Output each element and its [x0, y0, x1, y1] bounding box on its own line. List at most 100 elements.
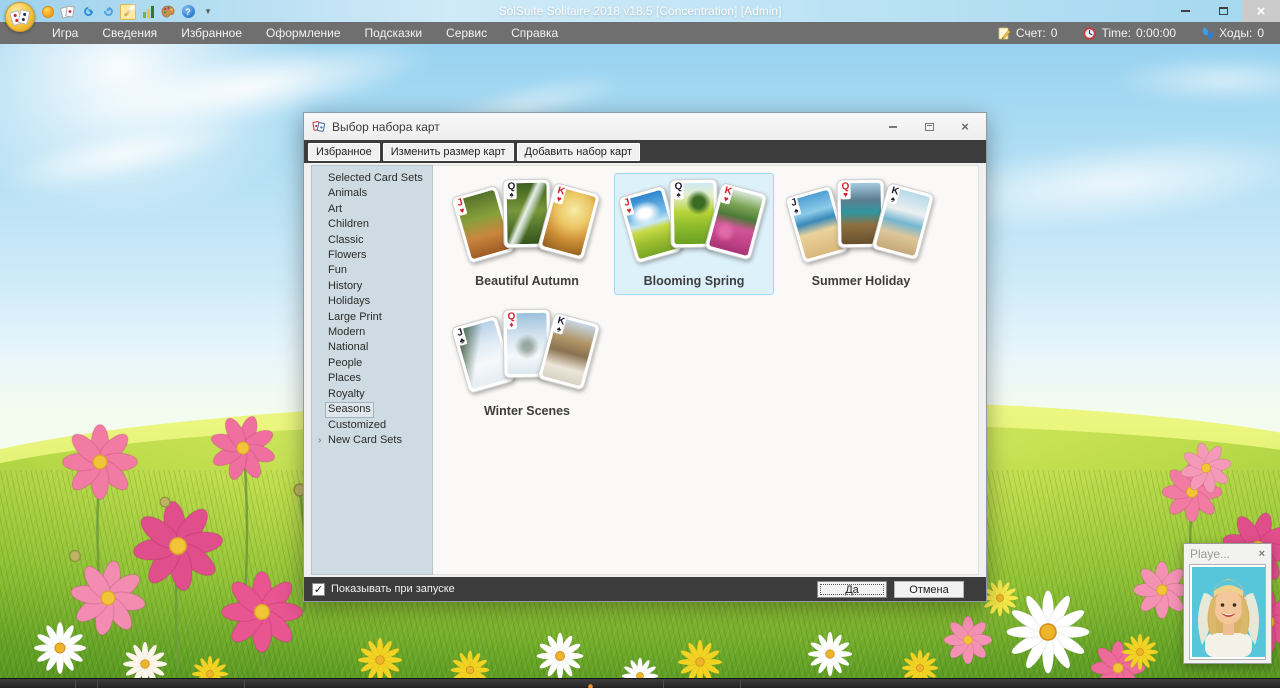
score-value: 0: [1051, 26, 1058, 40]
dialog-controls: ×: [886, 120, 978, 134]
category-large-print[interactable]: Large Print: [312, 310, 432, 325]
time-value: 0:00:00: [1136, 26, 1176, 40]
category-royalty[interactable]: Royalty: [312, 387, 432, 402]
taskbar-divider: [75, 680, 76, 688]
dialog-minimize-button[interactable]: [886, 120, 900, 134]
solsuite-window: SolSuite Solitaire 2018 v18.5 [Concentra…: [0, 0, 1280, 688]
dialog-close-button[interactable]: ×: [958, 120, 972, 134]
menu-bar: Игра Сведения Избранное Оформление Подск…: [0, 22, 1280, 44]
menu-help[interactable]: Справка: [499, 22, 570, 44]
category-art[interactable]: Art: [312, 202, 432, 217]
cloud: [1110, 55, 1280, 105]
category-flowers[interactable]: Flowers: [312, 248, 432, 263]
card-fan: J♠ Q♥ K♠: [782, 174, 940, 271]
resize-cards-button[interactable]: Изменить размер карт: [383, 143, 514, 161]
ok-button[interactable]: Да: [817, 581, 887, 598]
category-history[interactable]: History: [312, 279, 432, 294]
cancel-button[interactable]: Отмена: [894, 581, 964, 598]
status-bar: Счет: 0 Time: 0:00:00 Ходы: 0: [998, 26, 1280, 40]
show-at-startup-label[interactable]: Показывать при запуске: [331, 583, 455, 595]
player-avatar: [1189, 564, 1266, 660]
card-set-blooming-spring[interactable]: J♥ Q♠ K♥ Blooming Spring: [614, 173, 774, 295]
dialog-titlebar[interactable]: Выбор набора карт ×: [304, 113, 986, 140]
player-window: Playe... ×: [1183, 543, 1272, 664]
category-selected-card-sets[interactable]: Selected Card Sets: [312, 171, 432, 186]
category-seasons[interactable]: Seasons: [312, 402, 432, 417]
footer-buttons: Да Отмена: [817, 581, 978, 598]
category-classic[interactable]: Classic: [312, 233, 432, 248]
undo-icon[interactable]: [80, 4, 96, 20]
moves-status: Ходы: 0: [1202, 26, 1264, 40]
category-fun[interactable]: Fun: [312, 263, 432, 278]
more-commands-icon[interactable]: ▾: [200, 4, 216, 20]
menu-appearance[interactable]: Оформление: [254, 22, 352, 44]
category-modern[interactable]: Modern: [312, 325, 432, 340]
dialog-maximize-button[interactable]: [922, 120, 936, 134]
magic-wand-icon[interactable]: [120, 4, 136, 20]
card-fan: J♥ Q♠ K♥: [615, 174, 773, 271]
taskbar-divider: [740, 680, 741, 688]
taskbar-app-icon[interactable]: [586, 680, 595, 688]
taskbar-divider: [244, 680, 245, 688]
category-people[interactable]: People: [312, 356, 432, 371]
menu-info[interactable]: Сведения: [90, 22, 169, 44]
dialog-toolbar: Избранное Изменить размер карт Добавить …: [304, 140, 986, 163]
category-national[interactable]: National: [312, 340, 432, 355]
maximize-button[interactable]: [1204, 0, 1242, 22]
card-set-winter-scenes[interactable]: J♣ Q♦ K♠ Winter Scenes: [447, 303, 607, 425]
taskbar[interactable]: [0, 678, 1280, 688]
menu-hints[interactable]: Подсказки: [353, 22, 435, 44]
dialog-footer: ✓ Показывать при запуске Да Отмена: [304, 577, 986, 601]
player-titlebar[interactable]: Playe... ×: [1184, 544, 1271, 564]
card-set-summer-holiday[interactable]: J♠ Q♥ K♠ Summer Holiday: [781, 173, 941, 295]
taskbar-divider: [663, 680, 664, 688]
app-logo-icon[interactable]: [5, 2, 35, 32]
logo-card-icon: [17, 9, 30, 25]
score-status: Счет: 0: [998, 26, 1058, 40]
category-new-card-sets[interactable]: ›New Card Sets: [312, 433, 432, 448]
minimize-button[interactable]: [1166, 0, 1204, 22]
card-set-beautiful-autumn[interactable]: J♥ Q♠ K♥ Beautiful Autumn: [447, 173, 607, 295]
moves-value: 0: [1257, 26, 1264, 40]
card-set-grid: J♥ Q♠ K♥ Beautiful Autumn J♥ Q♠ K♥ Bloom…: [433, 165, 979, 575]
player-close-icon[interactable]: ×: [1259, 548, 1265, 560]
redo-icon[interactable]: [100, 4, 116, 20]
window-controls: ×: [1166, 0, 1280, 22]
palette-icon[interactable]: [160, 4, 176, 20]
category-list: Selected Card Sets Animals Art Children …: [311, 165, 433, 575]
expander-icon[interactable]: ›: [315, 433, 324, 448]
menu-game[interactable]: Игра: [40, 22, 90, 44]
close-button[interactable]: ×: [1242, 0, 1280, 22]
card-fan: J♣ Q♦ K♠: [448, 304, 606, 401]
category-places[interactable]: Places: [312, 371, 432, 386]
add-card-set-button[interactable]: Добавить набор карт: [517, 143, 641, 161]
category-holidays[interactable]: Holidays: [312, 294, 432, 309]
card-set-name: Blooming Spring: [615, 274, 773, 288]
score-label: Счет:: [1016, 26, 1046, 40]
show-at-startup-checkbox[interactable]: ✓: [312, 583, 325, 596]
menu-service[interactable]: Сервис: [434, 22, 499, 44]
category-customized[interactable]: Customized: [312, 418, 432, 433]
moves-label: Ходы:: [1219, 26, 1252, 40]
pencil-icon: [998, 27, 1011, 40]
category-animals[interactable]: Animals: [312, 186, 432, 201]
dialog-icon: [312, 120, 326, 134]
clock-icon: [1083, 27, 1096, 40]
card-set-name: Winter Scenes: [448, 404, 606, 418]
menu-favorites[interactable]: Избранное: [169, 22, 254, 44]
time-label: Time:: [1101, 26, 1131, 40]
card-fan: J♥ Q♠ K♥: [448, 174, 606, 271]
statistics-icon[interactable]: [140, 4, 156, 20]
card-set-name: Summer Holiday: [782, 274, 940, 288]
category-children[interactable]: Children: [312, 217, 432, 232]
player-title: Playe...: [1190, 547, 1230, 561]
favorites-button[interactable]: Избранное: [308, 143, 380, 161]
quick-access-toolbar: ? ▾: [40, 3, 216, 20]
new-game-icon[interactable]: [40, 4, 56, 20]
dialog-main: Selected Card Sets Animals Art Children …: [304, 163, 986, 575]
taskbar-divider: [97, 680, 98, 688]
dialog-title: Выбор набора карт: [332, 120, 440, 134]
card-deck-icon[interactable]: [60, 4, 76, 20]
card-set-name: Beautiful Autumn: [448, 274, 606, 288]
help-icon[interactable]: ?: [180, 4, 196, 20]
